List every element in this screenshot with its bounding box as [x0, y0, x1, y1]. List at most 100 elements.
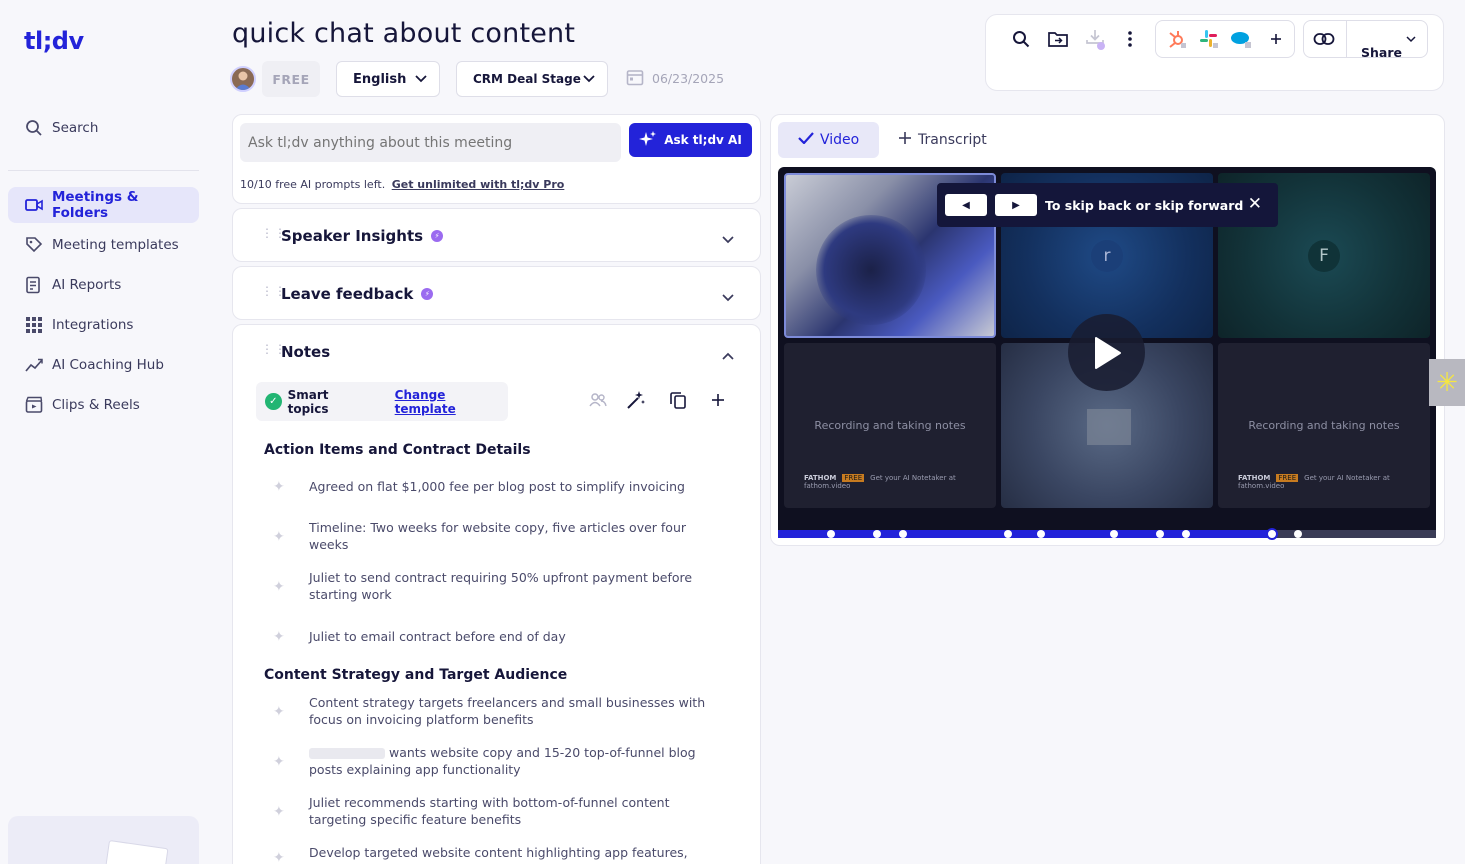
report-icon	[24, 275, 44, 295]
note-item[interactable]: Agreed on flat $1,000 fee per blog post …	[309, 478, 719, 495]
ask-ai-button[interactable]: Ask tl;dv AI	[629, 123, 752, 157]
prompts-remaining: 10/10 free AI prompts left. Get unlimite…	[240, 178, 564, 191]
note-item[interactable]: Timeline: Two weeks for website copy, fi…	[309, 519, 719, 553]
sparkle-icon: ✦	[273, 704, 285, 720]
progress-marker[interactable]	[1004, 530, 1012, 538]
note-item[interactable]: Content strategy targets freelancers and…	[309, 694, 719, 728]
sidebar-item-label: Meeting templates	[52, 237, 179, 253]
sidebar-item-label: AI Reports	[52, 277, 122, 293]
more-options-icon[interactable]	[1119, 28, 1141, 50]
feedback-widget-icon[interactable]: ✳	[1429, 359, 1465, 406]
notes-title: Notes	[281, 343, 331, 361]
upgrade-link[interactable]: Get unlimited with tl;dv Pro	[392, 178, 565, 191]
sparkle-icon: ✦	[273, 804, 285, 820]
right-arrow-key-icon: ▶	[995, 194, 1037, 216]
progress-marker[interactable]	[1110, 530, 1118, 538]
note-item[interactable]: Juliet recommends starting with bottom-o…	[309, 794, 719, 828]
progress-fill	[778, 530, 1272, 538]
leave-feedback-card[interactable]: ⋮⋮ Leave feedback ⚡	[232, 266, 761, 320]
smart-topics-label: Smart topics	[287, 387, 329, 416]
tldv-logo[interactable]: tl;dv	[24, 27, 84, 55]
tooltip-text: To skip back or skip forward	[1045, 197, 1244, 213]
sparkle-icon: ✦	[273, 754, 285, 770]
sparkle-icon	[639, 130, 657, 151]
share-divider	[1346, 21, 1347, 57]
move-to-folder-icon[interactable]	[1047, 28, 1069, 50]
speaker-insights-card[interactable]: ⋮⋮ Speaker Insights ⚡	[232, 208, 761, 262]
sidebar-item-meetings[interactable]: Meetings & Folders	[8, 187, 199, 223]
tab-video[interactable]: Video	[778, 122, 880, 158]
sparkle-icon: ✦	[273, 629, 285, 645]
slack-icon[interactable]	[1198, 28, 1220, 50]
sidebar: tl;dv Search Meetings & Folders Meeting …	[0, 0, 207, 864]
sidebar-item-clips[interactable]: Clips & Reels	[8, 387, 199, 423]
sidebar-search-label: Search	[52, 120, 99, 136]
progress-marker[interactable]	[827, 530, 835, 538]
page-title: quick chat about content	[232, 18, 576, 49]
close-icon[interactable]: ✕	[1248, 194, 1262, 214]
avatar[interactable]	[230, 66, 256, 92]
calendar-icon	[626, 68, 644, 89]
clapperboard-icon	[24, 395, 44, 415]
hubspot-icon[interactable]	[1166, 28, 1188, 50]
add-integration-icon[interactable]	[1265, 28, 1287, 50]
add-note-icon[interactable]	[708, 390, 728, 410]
crm-deal-stage-select[interactable]: CRM Deal Stage	[456, 61, 608, 97]
prompts-left-text: 10/10 free AI prompts left.	[240, 178, 386, 191]
sparkle-icon: ✦	[273, 529, 285, 545]
play-icon	[1094, 336, 1121, 369]
note-item[interactable]: Juliet to send contract requiring 50% up…	[309, 569, 719, 603]
sidebar-item-label: AI Coaching Hub	[52, 357, 164, 373]
change-template-link[interactable]: Change template	[395, 388, 508, 416]
participant-avatar: r	[1091, 240, 1123, 272]
progress-thumb[interactable]	[1265, 528, 1278, 540]
sidebar-item-templates[interactable]: Meeting templates	[8, 227, 199, 263]
sidebar-item-coaching[interactable]: AI Coaching Hub	[8, 347, 199, 383]
sparkle-icon: ✦	[273, 579, 285, 595]
ask-ai-button-label: Ask tl;dv AI	[664, 133, 742, 147]
magic-wand-icon[interactable]	[626, 390, 646, 410]
video-progress-bar[interactable]	[778, 528, 1436, 540]
play-button[interactable]	[1068, 314, 1145, 391]
fathom-brand: FATHOM	[804, 474, 837, 482]
chevron-down-icon[interactable]	[722, 229, 734, 248]
progress-marker[interactable]	[1182, 530, 1190, 538]
chevron-down-icon[interactable]	[1400, 28, 1422, 50]
sidebar-item-label: Meetings & Folders	[51, 189, 139, 221]
chevron-up-icon[interactable]	[722, 345, 734, 364]
copy-link-icon[interactable]	[1313, 28, 1335, 50]
share-button[interactable]: Share	[1361, 45, 1402, 60]
salesforce-icon[interactable]	[1230, 28, 1252, 50]
chevron-down-icon[interactable]	[722, 287, 734, 306]
ask-ai-input[interactable]	[240, 123, 621, 162]
note-item[interactable]: Develop targeted website content highlig…	[309, 844, 719, 861]
speakers-icon[interactable]	[588, 390, 608, 410]
smart-topics-box: ✓ Smart topics Change template	[256, 382, 508, 421]
copy-icon[interactable]	[668, 390, 688, 410]
notetaker-tile: Recording and taking notes FATHOM FREE Get…	[784, 343, 996, 508]
meeting-date[interactable]: 06/23/2025	[626, 68, 724, 89]
template-tag-icon	[24, 235, 44, 255]
progress-marker[interactable]	[899, 530, 907, 538]
tab-transcript[interactable]: Transcript	[878, 122, 1007, 158]
leave-feedback-label: Leave feedback	[281, 285, 414, 303]
note-item[interactable]: Juliet to email contract before end of d…	[309, 628, 719, 645]
checkmark-icon	[798, 132, 814, 148]
fathom-badge: FREE	[842, 474, 865, 482]
sidebar-divider	[8, 170, 199, 171]
speaker-insights-label: Speaker Insights	[281, 227, 424, 245]
progress-marker[interactable]	[1156, 530, 1164, 538]
sidebar-item-ai-reports[interactable]: AI Reports	[8, 267, 199, 303]
language-select[interactable]: English	[336, 61, 440, 97]
progress-marker[interactable]	[1294, 530, 1302, 538]
progress-marker[interactable]	[873, 530, 881, 538]
sparkle-icon: ✦	[273, 479, 285, 495]
download-icon[interactable]	[1084, 28, 1106, 50]
sidebar-item-integrations[interactable]: Integrations	[8, 307, 199, 343]
note-item[interactable]: wants website copy and 15-20 top-of-funn…	[309, 744, 719, 778]
leave-feedback-title: Leave feedback ⚡	[281, 285, 434, 303]
progress-marker[interactable]	[1037, 530, 1045, 538]
sidebar-search[interactable]: Search	[8, 110, 199, 146]
search-icon[interactable]	[1010, 28, 1032, 50]
promo-card[interactable]	[8, 816, 199, 864]
